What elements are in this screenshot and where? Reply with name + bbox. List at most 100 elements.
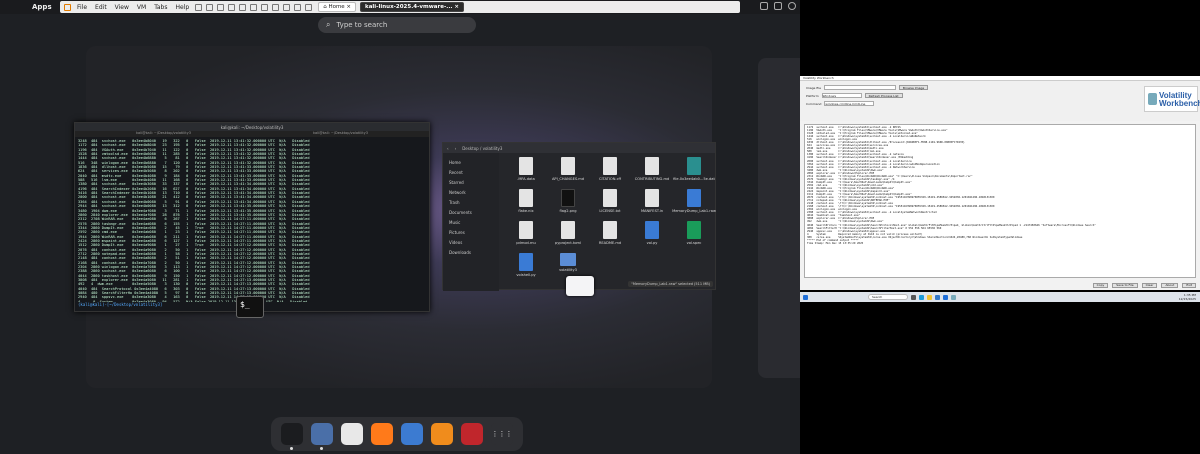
close-icon[interactable]: × [345, 4, 351, 10]
tab-home[interactable]: ⌂ Home × [318, 2, 357, 12]
sidebar-item-documents[interactable]: Documents [449, 207, 493, 217]
files-sidebar: Home Recent Starred Network Trash Documents Mu… [443, 153, 499, 291]
terminal-tab[interactable]: kali@kali: ~/Desktop/volatility3 [75, 131, 252, 137]
tab-kali-vm[interactable]: kali-linux-2025.4-vmware-... × [360, 2, 465, 12]
file-name: flake.nix [518, 209, 534, 213]
search-bar[interactable]: ⌕ Type to search [318, 17, 476, 33]
file-item[interactable]: README.md [589, 221, 631, 245]
mail-icon[interactable] [943, 294, 948, 300]
file-name: MemoryDump_Lab1.raw [672, 209, 716, 213]
file-icon [603, 189, 617, 207]
volatility-workbench-window[interactable]: Volatility Workbench Image file Browse I… [800, 76, 1200, 290]
revert-snapshot-icon[interactable] [228, 3, 236, 11]
file-item[interactable]: vol.py [631, 221, 673, 245]
sidebar-item-downloads[interactable]: Downloads [449, 247, 493, 257]
edge-icon[interactable] [919, 294, 924, 300]
platform-select[interactable]: Windows [821, 93, 862, 98]
files-window[interactable]: ‹ › Desktop / volatility3 Home Recent Star… [442, 142, 716, 291]
file-item[interactable]: CONTRIBUTING.md [631, 157, 673, 181]
task-view-icon[interactable] [911, 294, 916, 300]
send-keys-icon[interactable] [206, 3, 214, 11]
sidebar-item-starred[interactable]: Starred [449, 177, 493, 187]
power-menu-icon[interactable] [788, 2, 796, 10]
about-button[interactable]: About [1161, 282, 1179, 288]
dragged-item[interactable] [566, 276, 594, 296]
file-item[interactable]: API_CHANGES.md [547, 157, 589, 181]
image-file-input[interactable] [823, 85, 896, 90]
file-item[interactable]: pyproject.toml [547, 221, 589, 245]
taskbar-search[interactable]: Search [868, 294, 908, 300]
menu-file[interactable]: File [73, 4, 91, 11]
firefox-dock-icon[interactable] [371, 423, 393, 445]
sidebar-item-videos[interactable]: Videos [449, 237, 493, 247]
copy-button[interactable]: Copy [1092, 282, 1109, 288]
file-item[interactable]: volshell.py [505, 253, 547, 277]
sidebar-item-home[interactable]: Home [449, 157, 493, 167]
explorer-icon[interactable] [927, 294, 932, 300]
file-item[interactable]: flag2.png [547, 189, 589, 213]
menu-edit[interactable]: Edit [91, 4, 111, 11]
file-item[interactable]: MemoryDump_Lab1.raw [672, 189, 716, 213]
workbench-buttons: Copy Save to File Clear About Exit [800, 280, 1200, 290]
workspace-preview-next[interactable] [758, 58, 800, 378]
console-view-icon[interactable] [272, 3, 280, 11]
back-icon[interactable]: ‹ [447, 146, 449, 151]
terminal-tab[interactable]: kali@kali: ~/Desktop/volatility3 [252, 131, 429, 137]
files-dock-icon[interactable] [311, 423, 333, 450]
menu-view[interactable]: View [111, 4, 133, 11]
menu-tabs[interactable]: Tabs [150, 4, 171, 11]
unity-icon[interactable] [261, 3, 269, 11]
menu-help[interactable]: Help [172, 4, 194, 11]
sidebar-item-trash[interactable]: Trash [449, 197, 493, 207]
files-location[interactable]: Desktop / volatility3 [462, 146, 502, 151]
wireshark-dock-icon[interactable] [401, 423, 423, 445]
display-icon[interactable] [760, 2, 768, 10]
file-item[interactable]: .MFA.data [505, 157, 547, 181]
network-icon[interactable] [774, 2, 782, 10]
file-name: file.0x3ee4ab0...5e.dat [673, 177, 715, 181]
apps-button[interactable]: Apps [32, 3, 52, 11]
snapshot-manager-icon[interactable] [239, 3, 247, 11]
show-apps-dock-icon[interactable]: ⋮⋮⋮ [491, 423, 513, 445]
command-select[interactable]: windows.cmdline.CmdLine [824, 101, 875, 106]
text-editor-dock-icon[interactable] [341, 423, 363, 445]
terminal-dock-icon[interactable] [281, 423, 303, 450]
file-item[interactable]: flake.nix [505, 189, 547, 213]
terminal-vm-icon[interactable] [305, 3, 313, 11]
terminal-prompt: (kali@kali)-[~/Desktop/volatility3] [78, 302, 163, 307]
pause-icon[interactable] [64, 3, 71, 11]
volatility-taskbar-icon[interactable] [951, 294, 956, 300]
close-icon[interactable]: × [453, 4, 459, 10]
clock-date: 12/15/2025 [1178, 297, 1196, 301]
menu-vm[interactable]: VM [133, 4, 150, 11]
snapshot-icon[interactable] [217, 3, 225, 11]
clear-button[interactable]: Clear [1141, 282, 1158, 288]
file-item[interactable]: CITATION.cff [589, 157, 631, 181]
sidebar-item-music[interactable]: Music [449, 217, 493, 227]
file-item[interactable]: volatility3 [547, 253, 589, 277]
file-item[interactable]: vol.spec [673, 221, 715, 245]
forward-icon[interactable]: › [455, 146, 457, 151]
sidebar-item-recent[interactable]: Recent [449, 167, 493, 177]
library-icon[interactable] [294, 3, 302, 11]
file-item[interactable]: LICENSE.txt [589, 189, 631, 213]
store-icon[interactable] [935, 294, 940, 300]
sidebar-item-network[interactable]: Network [449, 187, 493, 197]
fullscreen-icon[interactable] [250, 3, 258, 11]
terminal-window[interactable]: kali@kali: ~/Desktop/volatility3 kali@ka… [74, 122, 430, 312]
taskbar-clock[interactable]: 1:35 PM 12/15/2025 [1179, 293, 1196, 301]
file-item[interactable]: MANIFEST.in [631, 189, 673, 213]
stretch-icon[interactable] [283, 3, 291, 11]
file-item[interactable]: file.0x3ee4ab0...5e.dat [673, 157, 715, 181]
exit-button[interactable]: Exit [1182, 282, 1196, 288]
cherrytree-dock-icon[interactable] [461, 423, 483, 445]
sidebar-item-pictures[interactable]: Pictures [449, 227, 493, 237]
file-item[interactable]: pdmod.mu [505, 221, 547, 245]
refresh-process-list-button[interactable]: Refresh Process List [864, 93, 903, 98]
start-icon[interactable] [803, 294, 808, 300]
power-icon[interactable] [195, 3, 203, 11]
save-to-file-button[interactable]: Save to File [1112, 282, 1138, 288]
file-name: volshell.py [516, 273, 536, 277]
browse-image-button[interactable]: Browse Image [898, 85, 929, 90]
burpsuite-dock-icon[interactable] [431, 423, 453, 445]
